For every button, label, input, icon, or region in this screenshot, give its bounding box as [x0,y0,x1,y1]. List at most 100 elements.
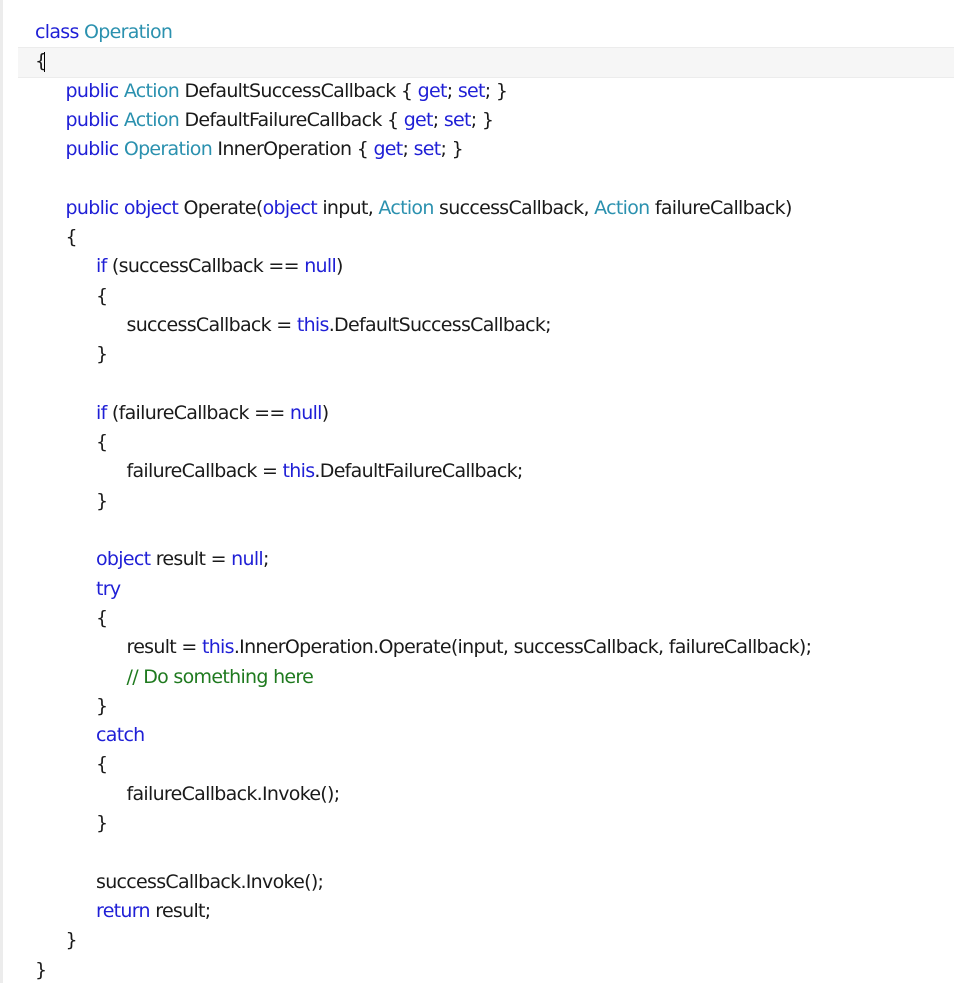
keyword-token: class [35,21,79,43]
code-token: result = [126,636,202,659]
code-line[interactable]: public Action DefaultFailureCallback { g… [35,106,811,135]
code-token: ; [446,79,458,102]
code-line[interactable]: public Operation InnerOperation { get; s… [35,135,811,164]
code-token: } [96,694,108,717]
code-line[interactable] [35,516,811,545]
code-line[interactable]: return result; [35,897,811,926]
code-line[interactable]: class Operation [35,18,811,47]
code-line[interactable]: failureCallback.Invoke(); [35,780,811,809]
type-token: Operation [84,21,173,43]
keyword-token: set [457,79,486,102]
code-token: failureCallback.Invoke(); [126,782,341,805]
type-token: Action [123,79,180,102]
code-token: { [96,431,108,454]
keyword-token: null [289,401,323,424]
code-token: ; } [440,138,464,161]
code-line[interactable]: public object Operate(object input, Acti… [35,194,811,223]
code-token: successCallback, [433,196,595,219]
code-line[interactable]: { [35,282,811,311]
code-token: successCallback.Invoke(); [96,870,324,893]
code-token: ; [263,548,269,571]
code-token: } [96,489,108,512]
code-line[interactable]: try [35,575,811,604]
code-token: ; } [470,108,494,131]
code-token: result = [150,548,232,571]
code-token: DefaultFailureCallback { [179,108,404,131]
type-token: Action [123,108,180,131]
keyword-token: null [304,255,337,278]
code-token: ; [402,138,414,161]
code-token: } [35,958,47,981]
code-line[interactable]: object result = null; [35,545,811,574]
code-line[interactable] [35,370,811,399]
code-line[interactable]: { [35,428,811,457]
code-line[interactable]: failureCallback = this.DefaultFailureCal… [35,457,811,486]
code-line[interactable]: catch [35,721,811,750]
code-line[interactable]: if (failureCallback == null) [35,399,811,428]
keyword-token: set [443,108,472,131]
code-token: (failureCallback == [106,401,290,424]
keyword-token: get [417,79,448,102]
editor-margin [0,0,3,983]
keyword-token: this [201,636,235,659]
code-token: input, [316,196,379,219]
keyword-token: set [413,138,442,161]
code-token: result; [149,899,211,922]
type-token: Action [378,196,434,219]
code-line[interactable]: } [35,926,811,955]
code-line[interactable]: { [35,750,811,779]
code-token: failureCallback = [126,460,283,483]
code-line[interactable]: } [35,809,811,838]
code-line[interactable]: successCallback = this.DefaultSuccessCal… [35,311,811,340]
code-token: { [96,284,108,307]
keyword-token: if [96,255,107,278]
code-line[interactable]: { [35,47,811,76]
type-token: Operation [123,138,213,161]
code-line[interactable]: { [35,604,811,633]
code-line[interactable]: public Action DefaultSuccessCallback { g… [35,77,811,106]
code-token: } [65,929,78,952]
code-line[interactable]: } [35,956,811,983]
keyword-token: catch [96,724,145,747]
code-editor[interactable]: class Operation{public Action DefaultSuc… [0,0,954,983]
code-token: { [65,226,78,249]
code-token: .InnerOperation.Operate(input, successCa… [233,636,812,659]
code-line[interactable]: // Do something here [35,663,811,692]
type-token: Action [594,196,650,219]
code-line[interactable]: { [35,223,811,252]
keyword-token: object [123,196,179,219]
keyword-token: get [373,138,403,161]
code-text-area[interactable]: class Operation{public Action DefaultSuc… [35,18,812,983]
keyword-token: return [96,899,151,922]
code-line[interactable]: if (successCallback == null) [35,252,811,281]
code-token: .DefaultFailureCallback; [314,460,523,483]
code-token: { [96,606,108,629]
keyword-token: get [403,108,434,131]
code-token: successCallback = [126,313,297,336]
code-token: } [96,812,108,835]
code-line[interactable]: } [35,340,811,369]
code-line[interactable]: } [35,692,811,721]
keyword-token: this [296,313,330,336]
code-token: .DefaultSuccessCallback; [328,313,552,336]
keyword-token: object [262,196,318,219]
keyword-token: public [65,79,120,102]
code-token: DefaultSuccessCallback { [179,79,418,102]
keyword-token: public [65,196,120,219]
comment-token: // Do something here [126,665,314,688]
code-token: ) [336,255,343,278]
code-token: } [96,343,108,366]
code-line[interactable]: result = this.InnerOperation.Operate(inp… [35,633,812,662]
text-caret [44,51,46,72]
keyword-token: try [96,577,121,600]
keyword-token: if [96,401,107,424]
code-token: InnerOperation { [212,138,374,161]
code-line[interactable]: } [35,487,811,516]
code-token: (successCallback == [106,255,305,278]
keyword-token: null [231,548,264,571]
code-line[interactable]: successCallback.Invoke(); [35,868,811,897]
code-line[interactable] [35,838,811,867]
code-token: { [96,753,108,776]
keyword-token: public [65,108,120,131]
code-line[interactable] [35,164,811,193]
